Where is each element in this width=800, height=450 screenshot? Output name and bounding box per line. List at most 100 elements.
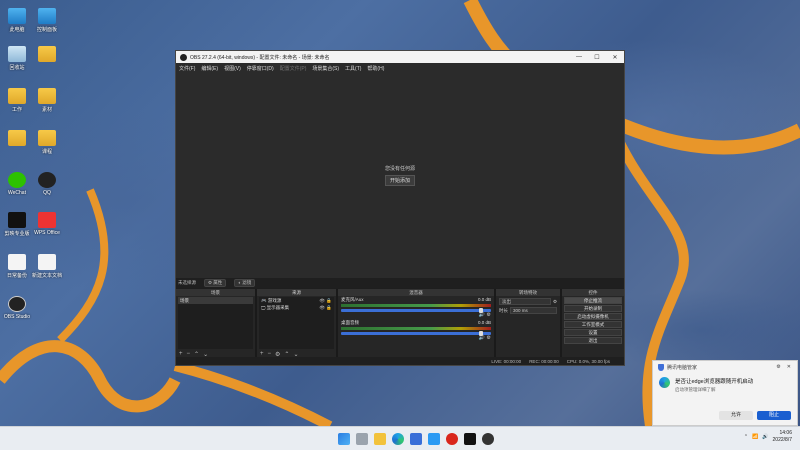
visibility-eye-icon[interactable]: 👁 🔒 xyxy=(319,297,332,304)
scenes-dock: 场景 场景 + − ⌃ ⌄ xyxy=(176,289,255,359)
add-source-button[interactable]: 开始添加 xyxy=(384,175,416,186)
file-explorer-icon[interactable] xyxy=(374,433,386,445)
desktop-icon-recycle-bin[interactable]: 回收站 xyxy=(0,46,34,71)
start-virtual-camera-button[interactable]: 启动虚拟摄像机 xyxy=(564,313,622,320)
menu-help[interactable]: 帮助(H) xyxy=(367,65,384,72)
desktop-icon-this-pc[interactable]: 此电脑 xyxy=(0,8,34,33)
desktop-icon-course-folder[interactable]: 课程 xyxy=(30,130,64,155)
desktop-icon-wechat[interactable]: WeChat xyxy=(0,172,34,196)
capcut-icon[interactable] xyxy=(464,433,476,445)
block-button[interactable]: 阻止 xyxy=(757,411,791,420)
start-recording-button[interactable]: 开始录制 xyxy=(564,305,622,312)
no-source-message: 您没有任何源 xyxy=(384,166,416,172)
folder-icon xyxy=(38,88,56,104)
exit-button[interactable]: 退出 xyxy=(564,337,622,344)
transitions-dock-title: 转场特效 xyxy=(496,289,560,296)
live-status: LIVE: 00:00:00 xyxy=(491,358,522,364)
minimize-button[interactable]: — xyxy=(570,54,588,60)
transition-select[interactable]: 淡出 xyxy=(499,298,551,305)
source-item-display[interactable]: 🖵 显示器采集 👁 🔒 xyxy=(259,304,334,311)
speaker-gear-icon[interactable]: 🔊 ⚙ xyxy=(341,335,491,341)
properties-button[interactable]: ⚙ 属性 xyxy=(204,279,227,287)
filters-button[interactable]: ◐ 滤镜 xyxy=(234,279,256,287)
tray-chevron-up-icon[interactable]: ⌃ xyxy=(744,434,748,440)
desktop-icon-folder[interactable] xyxy=(30,46,64,64)
start-windows-icon[interactable] xyxy=(338,433,350,445)
chrome-icon[interactable] xyxy=(446,433,458,445)
channel-db: 0.0 dB xyxy=(477,297,491,302)
stop-streaming-button[interactable]: 停止推流 xyxy=(564,297,622,304)
channel-name: 桌面音频 xyxy=(341,320,359,325)
qq-penguin-icon xyxy=(38,172,56,188)
scenes-list[interactable]: 场景 xyxy=(178,297,253,349)
desktop-icon-new-text-doc[interactable]: 新建文本文档 xyxy=(30,254,64,279)
menu-view[interactable]: 视图(V) xyxy=(224,65,241,72)
notification-message: 是否让edge浏览器跟随开机启动 xyxy=(675,379,754,385)
menu-profile[interactable]: 配置文件(P) xyxy=(280,65,307,72)
desktop-icon-capcut[interactable]: 剪映专业版 xyxy=(0,212,34,237)
volume-slider[interactable] xyxy=(341,331,491,336)
sources-list[interactable]: 🎮 游戏源 👁 🔒 🖵 显示器采集 👁 🔒 xyxy=(259,297,334,349)
settings-button[interactable]: 设置 xyxy=(564,329,622,336)
desktop-icon-control-panel[interactable]: 控制面板 xyxy=(30,8,64,33)
controls-dock-title: 控件 xyxy=(562,289,624,296)
edge-browser-icon xyxy=(659,377,670,388)
capcut-icon xyxy=(8,212,26,228)
close-button[interactable]: ✕ xyxy=(606,54,624,61)
recycle-bin-icon xyxy=(8,46,26,62)
desktop-icon-wps[interactable]: WPS Office xyxy=(30,212,64,236)
source-item-game[interactable]: 🎮 游戏源 👁 🔒 xyxy=(259,297,334,304)
obs-titlebar[interactable]: OBS 27.2.4 (64-bit, windows) - 配置文件: 未命名… xyxy=(176,51,624,63)
tray-volume-icon[interactable]: 🔊 xyxy=(762,434,768,440)
desktop-icon-obs[interactable]: OBS Studio xyxy=(0,296,34,320)
duration-row: 时长 300 ms xyxy=(499,307,557,314)
app-icon[interactable] xyxy=(428,433,440,445)
notification-settings-icon[interactable]: ⚙ xyxy=(776,364,780,370)
search-icon[interactable] xyxy=(356,433,368,445)
duration-label: 时长 xyxy=(499,307,508,313)
game-capture-icon: 🎮 xyxy=(261,298,268,303)
transitions-dock: 转场特效 淡出 ⚙ 时长 300 ms xyxy=(496,289,560,359)
scenes-dock-title: 场景 xyxy=(176,289,255,296)
clock-date: 2022/8/7 xyxy=(772,437,792,443)
sources-dock-title: 来源 xyxy=(257,289,336,296)
folder-icon xyxy=(38,46,56,62)
duration-input[interactable]: 300 ms xyxy=(510,307,557,314)
folder-icon xyxy=(8,130,26,146)
notification-sub-link[interactable]: 启动项管理详细了解 xyxy=(675,387,753,393)
sources-dock: 来源 🎮 游戏源 👁 🔒 🖵 显示器采集 👁 🔒 + − ⚙ ⌃ ⌄ xyxy=(257,289,336,359)
wechat-icon xyxy=(8,172,26,188)
visibility-eye-icon[interactable]: 👁 🔒 xyxy=(319,304,332,311)
menu-bar: 文件(F) 编辑(E) 视图(V) 停靠窗口(D) 配置文件(P) 场景集合(S… xyxy=(176,63,624,73)
status-bar: LIVE: 00:00:00 REC: 00:00:00 CPU: 0.0%, … xyxy=(176,357,624,365)
volume-meter xyxy=(341,304,491,307)
wps-icon xyxy=(38,212,56,228)
notification-app-name: 腾讯电脑管家 xyxy=(667,364,698,371)
scene-item[interactable]: 场景 xyxy=(178,297,253,304)
volume-meter xyxy=(341,327,491,330)
speaker-gear-icon[interactable]: 🔊 ⚙ xyxy=(341,312,491,318)
store-icon[interactable] xyxy=(410,433,422,445)
menu-docks[interactable]: 停靠窗口(D) xyxy=(247,65,274,72)
menu-file[interactable]: 文件(F) xyxy=(179,65,195,72)
tray-network-icon[interactable]: 📶 xyxy=(752,434,758,440)
preview-canvas[interactable]: 您没有任何源 开始添加 xyxy=(176,73,624,278)
desktop-icon-folder-2[interactable] xyxy=(0,130,34,148)
desktop-icon-work-folder[interactable]: 工作 xyxy=(0,88,34,113)
window-title: OBS 27.2.4 (64-bit, windows) - 配置文件: 未命名… xyxy=(190,54,330,61)
notification-close-icon[interactable]: ✕ xyxy=(787,364,791,370)
system-clock[interactable]: 14:06 2022/8/7 xyxy=(773,430,792,444)
desktop-icon-material-folder[interactable]: 素材 xyxy=(30,88,64,113)
menu-scene-collection[interactable]: 场景集合(S) xyxy=(312,65,339,72)
menu-edit[interactable]: 编辑(E) xyxy=(201,65,218,72)
desktop-icon-qq[interactable]: QQ xyxy=(30,172,64,196)
menu-tools[interactable]: 工具(T) xyxy=(345,65,361,72)
edge-browser-icon[interactable] xyxy=(392,433,404,445)
desktop-icon-backup-doc[interactable]: 日常备份 xyxy=(0,254,34,279)
allow-button[interactable]: 允许 xyxy=(719,411,753,420)
volume-slider[interactable] xyxy=(341,308,491,313)
obs-icon[interactable] xyxy=(482,433,494,445)
studio-mode-button[interactable]: 工作室模式 xyxy=(564,321,622,328)
transition-settings-icon[interactable]: ⚙ xyxy=(553,299,557,305)
maximize-button[interactable]: ☐ xyxy=(588,54,606,61)
